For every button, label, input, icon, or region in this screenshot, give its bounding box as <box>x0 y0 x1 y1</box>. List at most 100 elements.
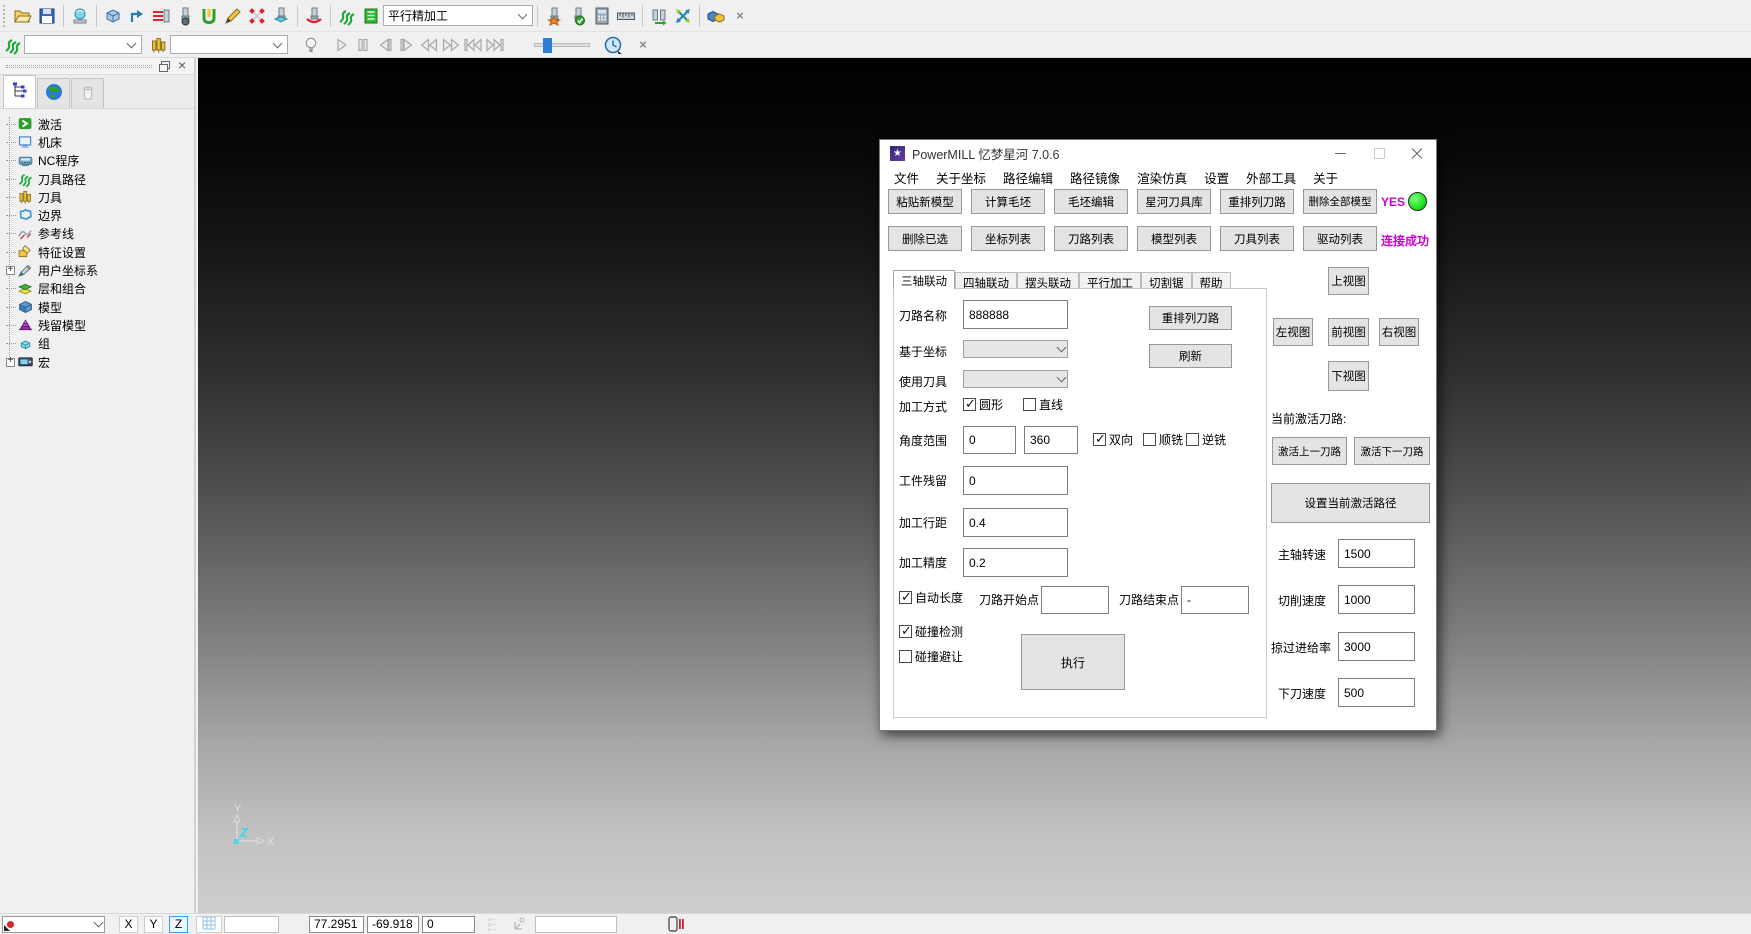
workplane-dropdown[interactable] <box>2 916 105 933</box>
stepover-input[interactable]: 0.4 <box>963 508 1068 537</box>
skim-input[interactable]: 3000 <box>1338 632 1415 661</box>
rapid-move-icon[interactable] <box>125 4 149 28</box>
coord-z-field[interactable]: 0 <box>422 916 475 933</box>
menu-external-tools[interactable]: 外部工具 <box>1246 168 1296 187</box>
tree-item-toolpaths[interactable]: 刀具路径 <box>6 170 194 188</box>
tool-select[interactable] <box>963 370 1068 388</box>
end-point-input[interactable]: - <box>1181 586 1249 614</box>
menu-about[interactable]: 关于 <box>1313 168 1338 187</box>
checkbox-icon[interactable] <box>899 625 912 638</box>
tab-parallel[interactable]: 平行加工 <box>1079 272 1141 289</box>
step-back-icon[interactable] <box>374 34 396 56</box>
menu-coords[interactable]: 关于坐标 <box>936 168 986 187</box>
tree-item-groups[interactable]: 组 <box>6 335 194 353</box>
tree-item-boundaries[interactable]: 边界 <box>6 206 194 224</box>
tool-list-button[interactable]: 刀具列表 <box>1220 226 1294 251</box>
menu-path-mirror[interactable]: 路径镜像 <box>1070 168 1120 187</box>
create-tool-icon[interactable] <box>542 4 566 28</box>
tree-item-stock-models[interactable]: 残留模型 <box>6 316 194 334</box>
tolerance-input[interactable]: 0.2 <box>963 548 1068 577</box>
refresh-button[interactable]: 刷新 <box>1149 344 1232 368</box>
machining-strategy-dropdown[interactable]: 平行精加工 <box>383 5 533 26</box>
tree-item-levels[interactable]: 层和组合 <box>6 280 194 298</box>
tolerance-field[interactable] <box>535 916 617 933</box>
checkbox-icon[interactable] <box>899 650 912 663</box>
create-block-icon[interactable] <box>101 4 125 28</box>
expand-icon[interactable] <box>6 358 15 367</box>
play-icon[interactable] <box>330 34 352 56</box>
measure-ruler-icon[interactable] <box>614 4 638 28</box>
tab-help[interactable]: 帮助 <box>1192 272 1231 289</box>
toolbar-close-icon[interactable]: × <box>728 4 752 28</box>
paste-model-button[interactable]: 粘贴新模型 <box>888 189 962 214</box>
ball-tool-icon[interactable] <box>173 4 197 28</box>
tool-library-button[interactable]: 星河刀具库 <box>1137 189 1211 214</box>
tree-item-models[interactable]: 模型 <box>6 298 194 316</box>
coord-list-button[interactable]: 坐标列表 <box>971 226 1045 251</box>
tab-recycle-bin[interactable] <box>71 78 104 108</box>
toolpath-name-input[interactable]: 888888 <box>963 300 1068 329</box>
axis-y-button[interactable]: Y <box>144 916 163 933</box>
tree-item-activate[interactable]: 激活 <box>6 115 194 133</box>
checkbox-icon[interactable] <box>1186 433 1199 446</box>
coord-x-field[interactable]: 77.2951 <box>309 916 364 933</box>
tab-tilt-head[interactable]: 摆头联动 <box>1017 272 1079 289</box>
activate-prev-button[interactable]: 激活上一刀路 <box>1272 437 1347 465</box>
close-icon[interactable] <box>1398 140 1436 166</box>
maximize-icon[interactable] <box>1360 140 1398 166</box>
verify-tool-icon[interactable] <box>566 4 590 28</box>
climb-checkbox[interactable]: 顺铣 <box>1143 431 1183 448</box>
tree-item-nc-programs[interactable]: NC程序 <box>6 152 194 170</box>
mode-line-checkbox[interactable]: 直线 <box>1023 396 1063 413</box>
toolbar-grip[interactable] <box>3 5 8 27</box>
tree-item-patterns[interactable]: 参考线 <box>6 225 194 243</box>
panel-grip[interactable] <box>6 65 152 68</box>
edit-toolpath-icon[interactable] <box>221 4 245 28</box>
clock-icon[interactable] <box>602 34 624 56</box>
checkbox-icon[interactable] <box>899 591 912 604</box>
simulation-speed-slider[interactable] <box>534 43 590 47</box>
toolpath-icon[interactable] <box>335 4 359 28</box>
3d-viewport[interactable]: Y X Z ★ PowerMILL 忆梦星河 7.0.6 文件 关于坐标 <box>198 58 1751 913</box>
panel-restore-icon[interactable] <box>158 60 172 72</box>
activate-next-button[interactable]: 激活下一刀路 <box>1354 437 1430 465</box>
sim-tool-icon[interactable] <box>148 34 170 56</box>
create-points-icon[interactable] <box>245 4 269 28</box>
plunge-input[interactable]: 500 <box>1338 678 1415 707</box>
arc-tool-icon[interactable] <box>302 4 326 28</box>
model-boxes-icon[interactable] <box>704 4 728 28</box>
block-tool-icon[interactable] <box>269 4 293 28</box>
explorer-panel-header[interactable] <box>0 58 194 75</box>
bidirectional-checkbox[interactable]: 双向 <box>1093 431 1133 448</box>
minimize-icon[interactable] <box>1322 140 1360 166</box>
menu-render-sim[interactable]: 渲染仿真 <box>1137 168 1187 187</box>
pause-icon[interactable] <box>352 34 374 56</box>
step-forward-icon[interactable] <box>396 34 418 56</box>
view-top-button[interactable]: 上视图 <box>1328 267 1369 295</box>
drive-list-button[interactable]: 驱动列表 <box>1303 226 1377 251</box>
toolpath-list-button[interactable]: 刀路列表 <box>1054 226 1128 251</box>
angle-to-input[interactable]: 360 <box>1024 426 1078 454</box>
tree-item-feature-sets[interactable]: 特征设置 <box>6 243 194 261</box>
bar-tool-icon[interactable] <box>149 4 173 28</box>
strategy-list-icon[interactable] <box>359 4 383 28</box>
tab-explorer-tree[interactable] <box>3 75 36 108</box>
coord-select[interactable] <box>963 340 1068 358</box>
print-3d-icon[interactable] <box>68 4 92 28</box>
panel-close-icon[interactable] <box>176 60 190 72</box>
cutting-input[interactable]: 1000 <box>1338 585 1415 614</box>
view-left-button[interactable]: 左视图 <box>1273 318 1313 346</box>
view-front-button[interactable]: 前视图 <box>1328 318 1369 346</box>
execute-button[interactable]: 执行 <box>1021 634 1125 690</box>
menu-path-edit[interactable]: 路径编辑 <box>1003 168 1053 187</box>
slider-thumb[interactable] <box>543 38 552 53</box>
rewind-icon[interactable] <box>418 34 440 56</box>
auto-length-checkbox[interactable]: 自动长度 <box>899 589 963 606</box>
skip-start-icon[interactable] <box>462 34 484 56</box>
collision-check-checkbox[interactable]: 碰撞检测 <box>899 623 963 640</box>
skip-end-icon[interactable] <box>484 34 506 56</box>
sim-toolbar-close-icon[interactable]: × <box>632 34 654 56</box>
tab-4axis[interactable]: 四轴联动 <box>955 272 1017 289</box>
open-project-icon[interactable] <box>11 4 35 28</box>
grid-size-field[interactable] <box>224 916 279 933</box>
